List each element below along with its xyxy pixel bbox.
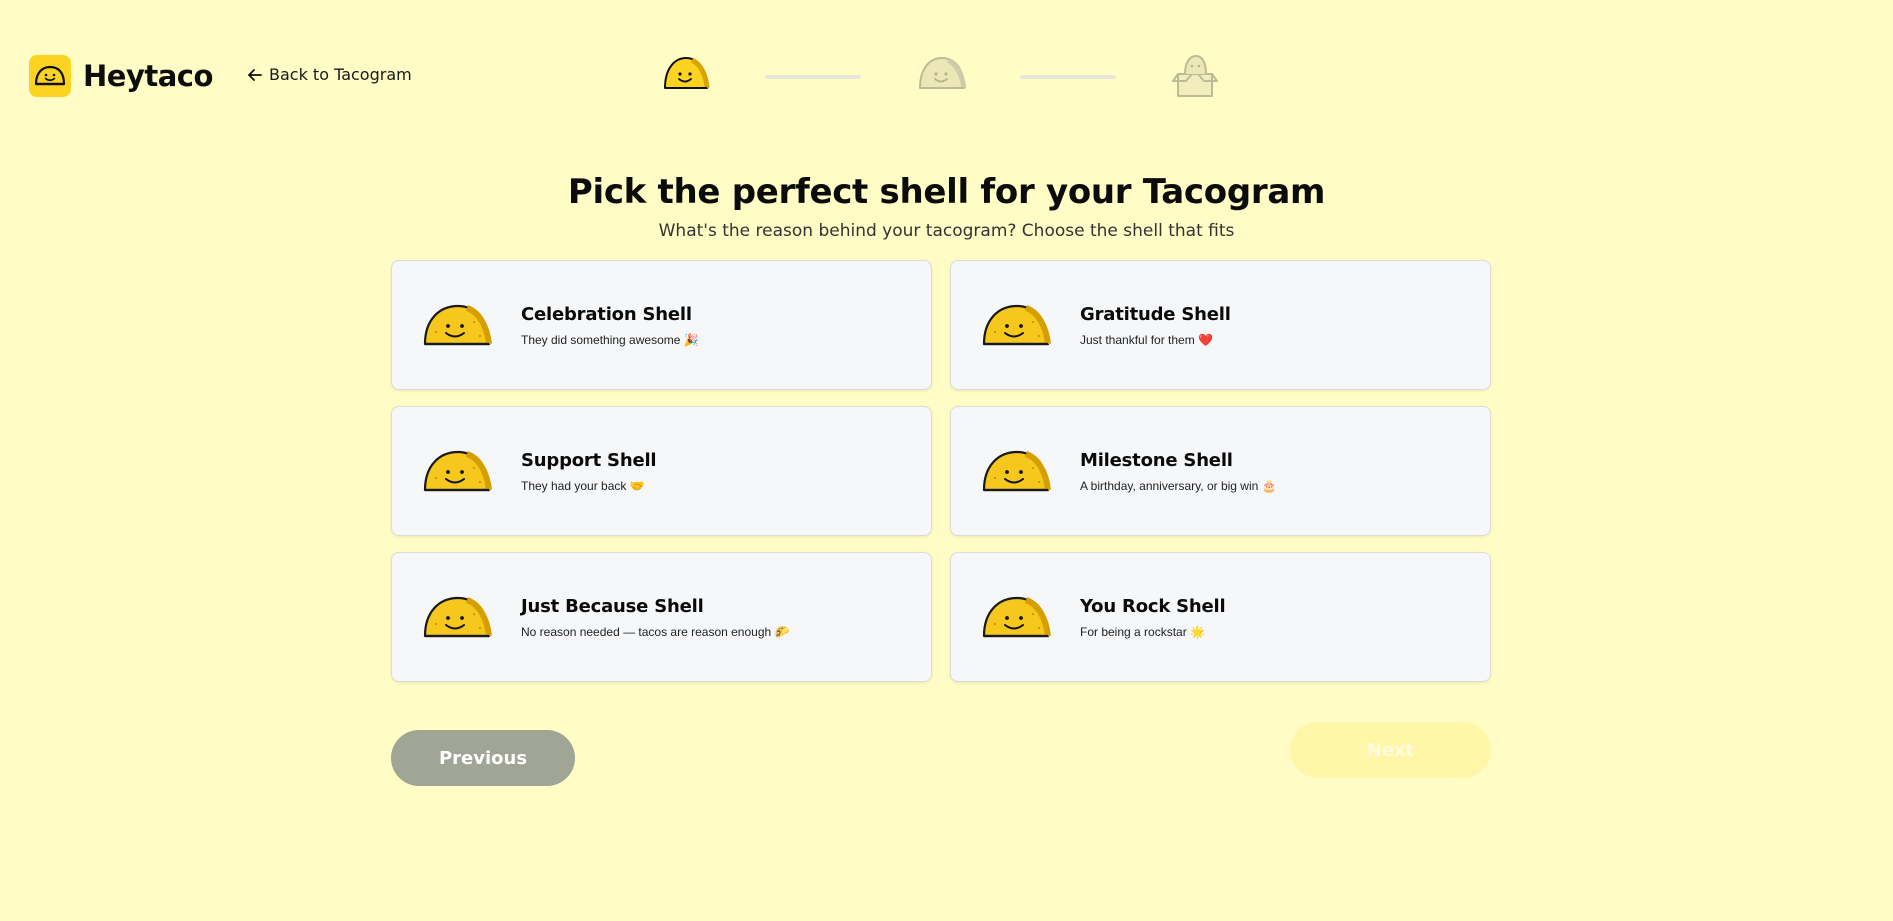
- shell-card-title: You Rock Shell: [1080, 595, 1226, 617]
- step-shell: [662, 52, 710, 97]
- back-link-label: Back to Tacogram: [269, 65, 412, 84]
- taco-icon: [982, 450, 1051, 492]
- shell-card-gratitude[interactable]: Gratitude Shell Just thankful for them ❤…: [950, 260, 1491, 390]
- logo-icon: [29, 55, 71, 97]
- shell-card-description: A birthday, anniversary, or big win 🎂: [1080, 478, 1277, 493]
- shell-card-description: For being a rockstar 🌟: [1080, 624, 1205, 639]
- page-subtitle: What's the reason behind your tacogram? …: [658, 221, 1235, 241]
- step-filling: [916, 52, 968, 97]
- box-icon: [1172, 54, 1218, 97]
- taco-icon: [423, 596, 492, 638]
- shell-card-title: Gratitude Shell: [1080, 303, 1231, 325]
- shell-card-title: Just Because Shell: [521, 595, 704, 617]
- taco-icon: [423, 304, 492, 346]
- previous-button[interactable]: Previous: [391, 730, 575, 786]
- shell-card-description: They did something awesome 🎉: [521, 332, 699, 347]
- shell-card-milestone[interactable]: Milestone Shell A birthday, anniversary,…: [950, 406, 1491, 536]
- shell-card-just-because[interactable]: Just Because Shell No reason needed — ta…: [391, 552, 932, 682]
- step-delivery: [1172, 50, 1218, 105]
- step-connector: [1020, 75, 1116, 79]
- arrow-left-icon: [248, 68, 262, 81]
- taco-filled-icon: [919, 57, 967, 89]
- shell-card-title: Celebration Shell: [521, 303, 692, 325]
- shell-card-description: No reason needed — tacos are reason enou…: [521, 624, 790, 639]
- step-connector: [765, 75, 861, 79]
- shell-card-title: Support Shell: [521, 449, 657, 471]
- brand[interactable]: Heytaco: [29, 55, 213, 97]
- taco-icon: [664, 57, 710, 89]
- shell-card-support[interactable]: Support Shell They had your back 🤝: [391, 406, 932, 536]
- back-link[interactable]: Back to Tacogram: [247, 65, 412, 84]
- taco-icon: [982, 596, 1051, 638]
- shell-card-description: They had your back 🤝: [521, 478, 645, 493]
- taco-icon: [982, 304, 1051, 346]
- shell-card-title: Milestone Shell: [1080, 449, 1233, 471]
- shell-card-celebration[interactable]: Celebration Shell They did something awe…: [391, 260, 932, 390]
- next-button[interactable]: Next: [1290, 722, 1491, 778]
- page-title: Pick the perfect shell for your Tacogram: [567, 172, 1326, 212]
- taco-icon: [423, 450, 492, 492]
- shell-options-grid: Celebration Shell They did something awe…: [391, 260, 1492, 682]
- brand-name: Heytaco: [83, 59, 213, 93]
- shell-card-description: Just thankful for them ❤️: [1080, 332, 1213, 347]
- shell-card-you-rock[interactable]: You Rock Shell For being a rockstar 🌟: [950, 552, 1491, 682]
